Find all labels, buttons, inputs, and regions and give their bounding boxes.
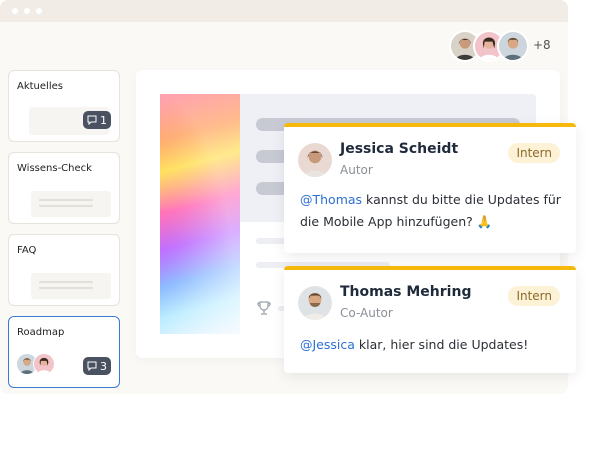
comment-count-badge[interactable]: 3 (83, 357, 111, 375)
comment-author-role: Co-Autor (340, 306, 393, 320)
sidebar-item-label: Roadmap (17, 327, 65, 338)
comment-icon (87, 115, 97, 125)
comment-text-line: kannst du bitte die Updates für (366, 192, 561, 207)
comment-author-name[interactable]: Jessica Scheidt (340, 141, 458, 157)
hero-image-overlay (160, 94, 240, 334)
sidebar-item-label: Wissens-Check (17, 163, 92, 174)
comment-author-role: Autor (340, 163, 373, 177)
preview-line (39, 199, 93, 201)
comment-count: 1 (100, 113, 107, 127)
window-dot-icon[interactable] (12, 8, 18, 14)
comment-author-avatar[interactable] (298, 143, 332, 177)
collaborator-avatar[interactable] (497, 30, 529, 62)
user-mention[interactable]: @Thomas (300, 192, 362, 207)
comment-icon (87, 361, 97, 371)
sidebar-item-label: Aktuelles (17, 81, 63, 92)
comment-text-line: die Mobile App hinzufügen? 🙏 (300, 214, 493, 229)
sidebar-item-label: FAQ (17, 245, 37, 256)
preview-line (39, 287, 93, 289)
user-mention[interactable]: @Jessica (300, 337, 355, 352)
comment-card[interactable]: Thomas Mehring Co-Autor Intern @Jessica … (284, 266, 576, 373)
visibility-tag[interactable]: Intern (508, 143, 560, 163)
window-dot-icon[interactable] (36, 8, 42, 14)
sidebar-item-wissens-check[interactable]: Wissens-Check (8, 152, 120, 224)
preview-line (39, 205, 93, 207)
sidebar-item-aktuelles[interactable]: Aktuelles 1 (8, 70, 120, 142)
comment-card[interactable]: Jessica Scheidt Autor Intern @Thomas kan… (284, 123, 576, 253)
title-bar (0, 0, 568, 22)
comment-count: 3 (100, 359, 107, 373)
trophy-icon[interactable] (256, 300, 272, 316)
comment-author-avatar[interactable] (298, 286, 332, 320)
card-preview (31, 273, 111, 299)
visibility-tag[interactable]: Intern (508, 286, 560, 306)
sidebar-item-faq[interactable]: FAQ (8, 234, 120, 306)
comment-text: @Jessica klar, hier sind die Updates! (300, 334, 528, 356)
card-preview (31, 191, 111, 217)
avatar (33, 353, 55, 375)
comment-count-badge[interactable]: 1 (83, 111, 111, 129)
more-collaborators-count[interactable]: +8 (533, 38, 551, 52)
window-dot-icon[interactable] (24, 8, 30, 14)
sidebar-item-roadmap[interactable]: Roadmap 3 (8, 316, 120, 388)
comment-author-name[interactable]: Thomas Mehring (340, 284, 471, 300)
comment-text: @Thomas kannst du bitte die Updates für … (300, 189, 561, 233)
preview-line (39, 281, 93, 283)
comment-text-line: klar, hier sind die Updates! (358, 337, 529, 352)
